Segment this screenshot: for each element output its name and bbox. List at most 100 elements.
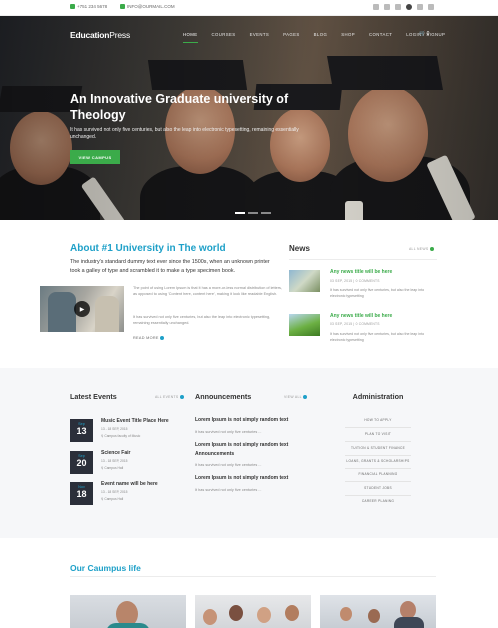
email-text: INFO@OURMAIL.COM [127, 4, 175, 9]
event-title[interactable]: Event name will be here [101, 481, 158, 487]
pinterest-icon[interactable] [406, 4, 412, 10]
about-paragraph-1: The point of using Lorem Ipsum is that i… [133, 286, 282, 296]
divider [345, 495, 411, 496]
news-item-title[interactable]: Any news title will be here [330, 269, 392, 275]
event-place-text: Campus faculty of Music [104, 434, 141, 438]
cart-icon: 🛒 [419, 31, 426, 37]
slider-dot[interactable] [261, 212, 271, 214]
admin-link-how-to-apply[interactable]: HOW TO APPLY [320, 418, 436, 422]
event-date: 13 - 18 SEP, 2015 [101, 427, 128, 431]
event-month: Nov [78, 485, 85, 489]
twitter-icon[interactable] [373, 4, 379, 10]
announcements-title: Announcements [195, 392, 252, 401]
photo-person [229, 605, 243, 621]
arrow-right-icon [429, 247, 434, 252]
about-intro: The industry's standard dummy text ever … [70, 259, 270, 274]
instagram-icon[interactable] [417, 4, 423, 10]
event-day: 20 [76, 458, 87, 468]
photo-person [285, 605, 299, 621]
cart-button[interactable]: 🛒 0 [419, 31, 429, 37]
event-date: 13 - 18 SEP, 2015 [101, 459, 128, 463]
photo-person [257, 607, 271, 623]
photo-person [203, 609, 217, 625]
divider [345, 481, 411, 482]
admin-link-career-planing[interactable]: CAREER PLANING [320, 499, 436, 503]
phone-icon [70, 4, 75, 9]
hero-title: An Innovative Graduate university of The… [70, 92, 289, 122]
divider [345, 468, 411, 469]
event-place-text: Campus Hall [104, 466, 124, 470]
announcement-summary: It has survived not only five centuries … [195, 463, 262, 467]
admin-link-loans[interactable]: LOANS, GRANTS & SCHOLARSHIPS [320, 459, 436, 463]
admin-link-tuition[interactable]: TUITION & STUDENT FINANCE [320, 446, 436, 450]
event-month: Sep [78, 422, 85, 426]
about-video[interactable]: ▶ [40, 286, 124, 332]
nav-item-shop[interactable]: SHOP [341, 32, 355, 43]
admin-link-plan-to-visit[interactable]: PLAN TO VISIT [320, 432, 436, 436]
event-date: 13 - 18 SEP, 2015 [101, 490, 128, 494]
announcement-title[interactable]: Lorem Ipsum is not simply random text An… [195, 441, 313, 459]
nav-item-events[interactable]: EVENTS [250, 32, 270, 43]
read-more-label: READ MORE [133, 336, 159, 340]
announcement-title[interactable]: Lorem Ipsum is not simply random text [195, 474, 313, 483]
event-title[interactable]: Science Fair [101, 450, 130, 456]
read-more-link[interactable]: READ MORE [133, 336, 165, 340]
campus-title: Our Caumpus life [70, 563, 141, 573]
administration-title: Administration [352, 392, 404, 401]
cart-count: 0 [426, 31, 430, 37]
all-events-link[interactable]: ALL EVENTS [155, 395, 184, 400]
campus-photo[interactable] [320, 595, 436, 628]
photo-person [340, 607, 352, 621]
event-date-badge: Sep 13 [70, 419, 93, 442]
mail-icon [120, 4, 125, 9]
phone-contact[interactable]: +751 234 5678 [70, 4, 107, 9]
news-thumbnail[interactable] [289, 314, 320, 336]
main-menu: HOME COURSES EVENTS PAGES BLOG SHOP CONT… [183, 32, 459, 43]
news-thumbnail[interactable] [289, 270, 320, 292]
nav-item-courses[interactable]: COURSES [212, 32, 236, 43]
social-links [373, 4, 434, 10]
linkedin-icon[interactable] [395, 4, 401, 10]
photo-person [368, 609, 380, 623]
all-news-label: ALL NEWS [409, 247, 429, 251]
nav-item-contact[interactable]: CONTACT [369, 32, 392, 43]
slider-dots [235, 212, 271, 214]
arrow-right-icon [302, 395, 307, 400]
email-contact[interactable]: INFO@OURMAIL.COM [120, 4, 175, 9]
event-day: 18 [76, 489, 87, 499]
event-title[interactable]: Music Event Title Place Here [101, 418, 169, 424]
divider [345, 455, 411, 456]
event-place: ⚲ Campus Hall [101, 466, 124, 470]
facebook-icon[interactable] [384, 4, 390, 10]
view-all-link[interactable]: VIEW ALL [284, 395, 307, 400]
admin-link-financial-planning[interactable]: FINANCIAL PLANNING [320, 472, 436, 476]
youtube-icon[interactable] [428, 4, 434, 10]
news-item-excerpt: It has survived not only five centuries,… [330, 288, 425, 298]
news-item-title[interactable]: Any news title will be here [330, 313, 392, 319]
all-events-label: ALL EVENTS [155, 395, 179, 399]
logo-bold: Education [70, 30, 110, 40]
hero-subtitle: It has survived not only five centuries,… [70, 127, 299, 140]
campus-photo[interactable] [70, 595, 186, 628]
nav-item-blog[interactable]: BLOG [314, 32, 328, 43]
slider-dot[interactable] [235, 212, 245, 214]
event-month: Sep [78, 454, 85, 458]
all-news-link[interactable]: ALL NEWS [409, 247, 434, 252]
event-place: ⚲ Campus faculty of Music [101, 434, 141, 438]
site-logo[interactable]: EducationPress [70, 30, 130, 40]
campus-photo[interactable] [195, 595, 311, 628]
nav-item-pages[interactable]: PAGES [283, 32, 300, 43]
announcement-title[interactable]: Lorem Ipsum is not simply random text [195, 416, 313, 425]
photo-person [394, 617, 424, 628]
event-date-badge: Sep 20 [70, 451, 93, 474]
view-all-label: VIEW ALL [284, 395, 302, 399]
arrow-right-icon [179, 395, 184, 400]
nav-item-home[interactable]: HOME [183, 32, 198, 43]
view-campus-button[interactable]: VIEW CAMPUS [70, 150, 120, 164]
announcement-summary: It has survived not only five centuries … [195, 488, 262, 492]
slider-dot[interactable] [248, 212, 258, 214]
latest-events-title: Latest Events [70, 392, 117, 401]
play-icon[interactable]: ▶ [74, 301, 90, 317]
about-paragraph-2: It has survived not only five centuries,… [133, 315, 271, 325]
admin-link-student-jobs[interactable]: STUDENT JOBS [320, 486, 436, 490]
